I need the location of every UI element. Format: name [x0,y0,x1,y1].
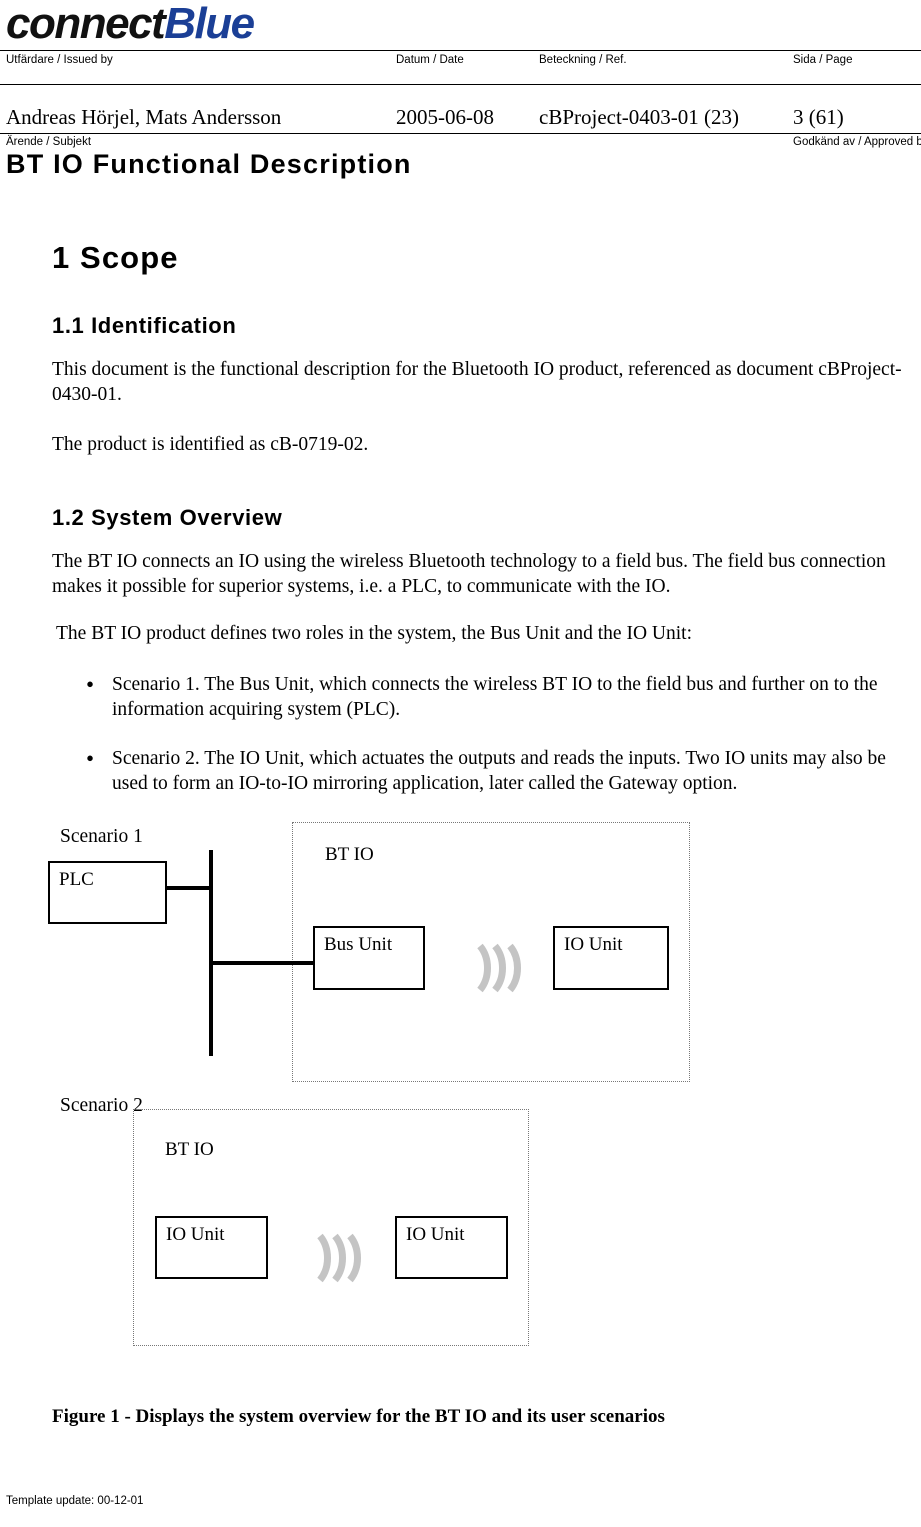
btio-label-scenario-2: BT IO [165,1139,214,1160]
scenario-1-label: Scenario 1 [60,826,143,847]
logo-text-blue: Blue [164,0,255,48]
paragraph-system-overview-1: The BT IO connects an IO using the wirel… [52,551,886,597]
scenario-2-label: Scenario 2 [60,1095,143,1116]
value-date: 2005-06-08 [396,105,494,129]
label-page: Sida / Page [793,54,853,66]
label-issued-by: Utfärdare / Issued by [6,54,113,66]
value-page: 3 (61) [793,105,844,129]
io-unit-node-scenario-2-right: IO Unit [395,1216,508,1279]
header-rule-bottom [0,133,921,134]
list-item: • Scenario 2. The IO Unit, which actuate… [86,746,918,796]
document-title: BT IO Functional Description [6,149,412,179]
io-unit-node-scenario-1: IO Unit [553,926,669,990]
io-unit-node-scenario-2-left: IO Unit [155,1216,268,1279]
plc-node: PLC [48,861,167,924]
paragraph-identification-1: This document is the functional descript… [52,359,902,405]
fieldbus-trunk-line [209,850,213,1056]
paragraph-system-overview-2: The BT IO product defines two roles in t… [56,623,692,644]
io-unit-node-label: IO Unit [406,1224,465,1245]
fieldbus-branch-plc [165,886,213,890]
heading-1-scope: 1 Scope [52,240,179,275]
connectblue-logo: connectBlue [6,0,255,48]
wireless-signal-icon [317,1233,361,1283]
bus-unit-node-label: Bus Unit [324,934,393,955]
fieldbus-branch-bus-unit [209,961,315,965]
logo-text-connect: connect [6,0,166,48]
bullet-marker-icon: • [86,672,95,697]
value-issued-by: Andreas Hörjel, Mats Andersson [6,105,282,129]
list-item-label: Scenario 2. The IO Unit, which actuates … [112,748,886,794]
header-rule-middle [0,84,921,85]
footer-template-update: Template update: 00-12-01 [6,1495,144,1507]
list-item-label: Scenario 1. The Bus Unit, which connects… [112,674,878,720]
paragraph-identification-2: The product is identified as cB-0719-02. [52,434,369,455]
label-approved-by: Godkänd av / Approved by [793,136,921,148]
btio-boundary-box-scenario-1 [292,822,690,1082]
wireless-signal-icon [477,943,521,993]
io-unit-node-label: IO Unit [166,1224,225,1245]
btio-boundary-box-scenario-2 [133,1109,529,1346]
bus-unit-node: Bus Unit [313,926,425,990]
value-ref: cBProject-0403-01 (23) [539,105,740,129]
header-rule-top [0,50,921,51]
label-ref: Beteckning / Ref. [539,54,627,66]
heading-1-2-system-overview: 1.2 System Overview [52,505,283,530]
io-unit-node-label: IO Unit [564,934,623,955]
btio-label-scenario-1: BT IO [325,844,374,865]
bullet-marker-icon: • [86,746,95,771]
plc-node-label: PLC [59,869,94,890]
label-date: Datum / Date [396,54,464,66]
figure-caption: Figure 1 - Displays the system overview … [52,1406,665,1427]
list-item: • Scenario 1. The Bus Unit, which connec… [86,672,918,722]
heading-1-1-identification: 1.1 Identification [52,313,237,338]
